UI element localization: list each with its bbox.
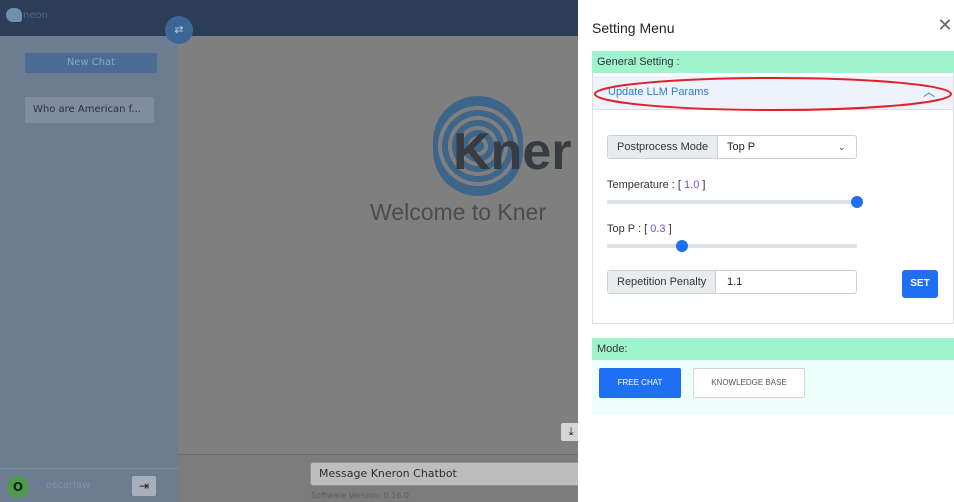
repetition-penalty-field[interactable]: Repetition Penalty 1.1 (607, 270, 857, 294)
accordion-label: Update LLM Params (608, 86, 709, 98)
free-chat-button[interactable]: FREE CHAT (599, 368, 681, 398)
top-p-label: Top P : [ 0.3 ] (607, 223, 672, 235)
repetition-penalty-value[interactable]: 1.1 (727, 271, 742, 293)
knowledge-base-button[interactable]: KNOWLEDGE BASE (693, 368, 805, 398)
postprocess-mode-select[interactable]: Postprocess Mode Top P ⌄ (607, 135, 857, 159)
update-llm-params-accordion[interactable]: Update LLM Params ︿ (593, 76, 953, 110)
toggle-sidebar-button[interactable]: ⇄ (165, 16, 193, 44)
chat-app-background: neon New Chat Who are American f... O os… (0, 0, 578, 502)
user-avatar[interactable]: O (7, 476, 29, 498)
app-logo-text: neon (23, 10, 48, 21)
message-input[interactable]: Message Kneron Chatbot (310, 462, 578, 486)
set-button[interactable]: SET (902, 270, 938, 298)
top-p-slider[interactable] (607, 244, 857, 248)
new-chat-button[interactable]: New Chat (25, 53, 157, 73)
general-setting-header: General Setting : (592, 51, 954, 73)
brand-wordmark: Kner (453, 123, 572, 181)
temperature-slider[interactable] (607, 200, 857, 204)
welcome-heading: Welcome to Kner (370, 199, 546, 225)
sidebar: New Chat Who are American f... O oscarla… (0, 36, 178, 502)
swap-arrows-icon: ⇄ (174, 23, 184, 36)
temperature-value: 1.0 (684, 179, 700, 191)
repetition-penalty-label: Repetition Penalty (608, 271, 717, 293)
temperature-slider-thumb[interactable] (851, 196, 863, 208)
app-logo-icon (6, 8, 22, 22)
close-icon[interactable]: ✕ (936, 16, 954, 34)
message-bar: Message Kneron Chatbot Software Version:… (178, 454, 578, 502)
mode-panel: FREE CHAT KNOWLEDGE BASE (592, 360, 954, 415)
kneron-brand: Kner (433, 86, 578, 206)
app-topbar: neon (0, 0, 578, 36)
software-version: Software Version: 0.16.0 (311, 491, 409, 500)
main-chat-area: Kner Welcome to Kner ⤓ Message Kneron Ch… (178, 36, 578, 502)
settings-title: Setting Menu (592, 20, 675, 36)
download-icon: ⤓ (568, 425, 574, 438)
logout-button[interactable]: ⇥ (132, 476, 156, 496)
logout-icon: ⇥ (138, 479, 150, 493)
username-label: oscarlaw (46, 480, 91, 491)
sidebar-footer: O oscarlaw ⇥ (0, 468, 178, 502)
download-button[interactable]: ⤓ (561, 423, 578, 441)
mode-header: Mode: (592, 338, 954, 360)
settings-drawer: Setting Menu ✕ General Setting : Update … (578, 0, 954, 502)
top-p-slider-thumb[interactable] (676, 240, 688, 252)
postprocess-mode-value: Top P (727, 141, 756, 153)
chevron-up-icon: ︿ (923, 85, 936, 99)
general-setting-panel: Update LLM Params ︿ Postprocess Mode Top… (592, 73, 954, 324)
top-p-value: 0.3 (650, 223, 666, 235)
chat-history-item[interactable]: Who are American f... (25, 97, 154, 123)
chevron-down-icon: ⌄ (838, 142, 846, 152)
temperature-label: Temperature : [ 1.0 ] (607, 179, 706, 191)
postprocess-mode-label: Postprocess Mode (608, 136, 719, 158)
